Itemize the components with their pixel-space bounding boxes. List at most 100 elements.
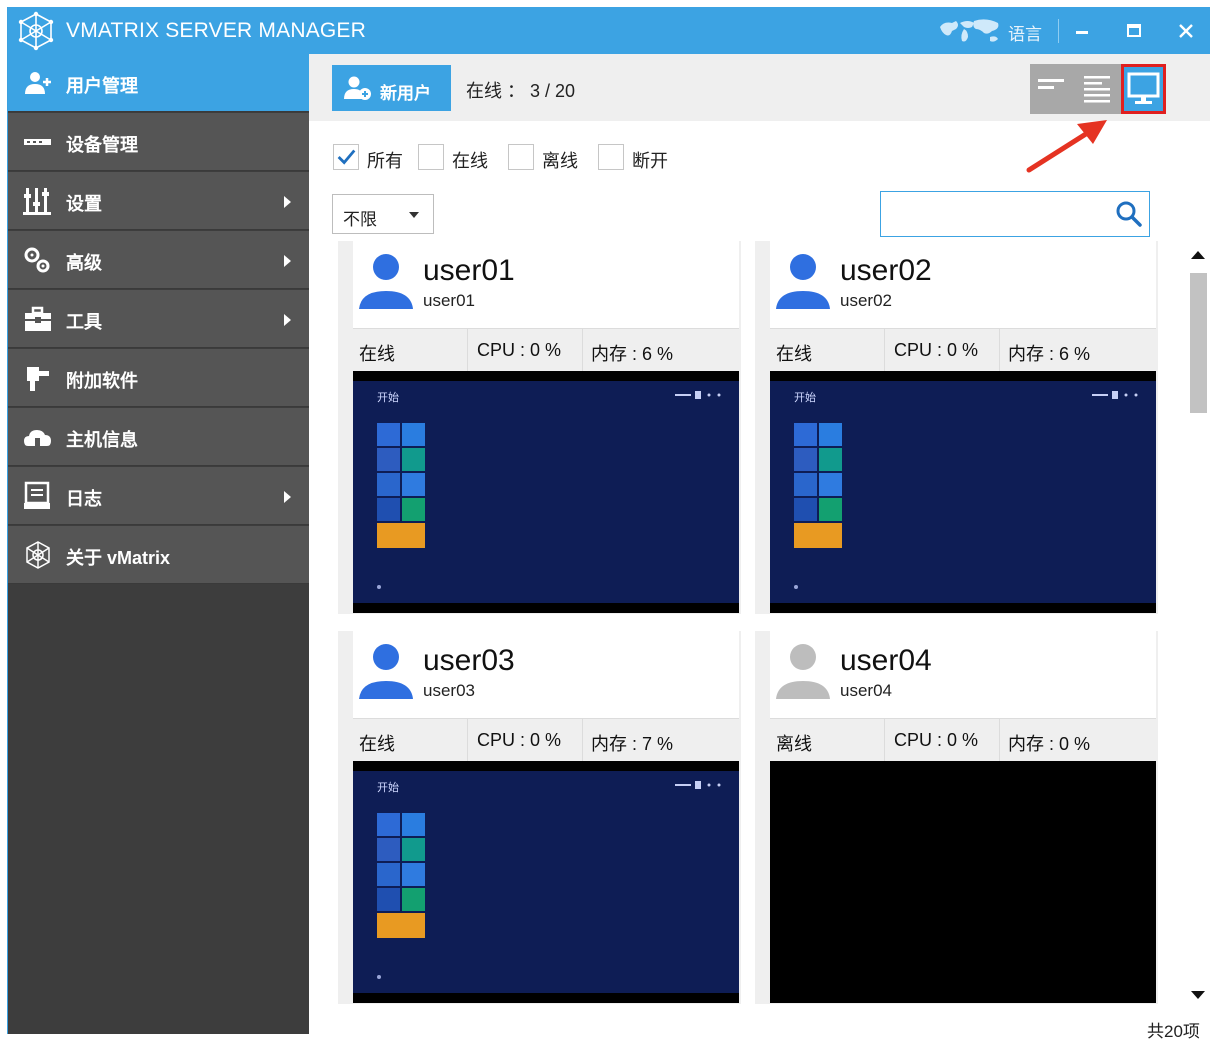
- remote-desktop-preview: 开始: [353, 771, 739, 993]
- user-status: 离线: [776, 734, 812, 754]
- user-memory: 内存 : 6 %: [1008, 344, 1091, 364]
- checkbox-checked-icon: [333, 144, 359, 170]
- language-menu[interactable]: 语言: [1008, 20, 1042, 45]
- sidebar-item-label: 高级: [66, 253, 102, 273]
- filter-label: 在线: [452, 151, 488, 171]
- toolbox-icon: [25, 306, 51, 331]
- user-avatar-online-icon: [359, 644, 413, 699]
- select-value: 不限: [343, 210, 377, 229]
- user-account: user01: [423, 291, 475, 310]
- sidebar-item-tools[interactable]: 工具: [8, 290, 309, 348]
- user-account: user03: [423, 681, 475, 700]
- new-user-label: 新用户: [380, 84, 431, 103]
- user-card[interactable]: user04 user04 离线 CPU : 0 % 内存 : 0 %: [755, 631, 1158, 1004]
- total-count: 共20项: [1147, 1022, 1200, 1041]
- sidebar-item-user-management[interactable]: 用户管理: [8, 54, 309, 112]
- close-button[interactable]: [1170, 15, 1202, 47]
- checkbox-box: [598, 144, 624, 170]
- range-select[interactable]: 不限: [332, 194, 434, 234]
- desktop-thumbnail-offline[interactable]: [770, 761, 1156, 1003]
- scroll-down-icon[interactable]: [1191, 991, 1205, 999]
- network-logo-icon: [26, 541, 50, 569]
- start-tiles-icon: [794, 423, 842, 548]
- user-name: user04: [840, 644, 932, 677]
- gears-icon: [24, 247, 50, 273]
- user-name: user01: [423, 254, 515, 287]
- stat-divider: [467, 329, 468, 372]
- user-status: 在线: [359, 344, 395, 364]
- desktop-thumbnail[interactable]: 开始: [353, 371, 739, 613]
- search-box: [880, 191, 1150, 237]
- maximize-button[interactable]: [1118, 15, 1150, 47]
- user-card[interactable]: user03 user03 在线 CPU : 0 % 内存 : 7 % 开始: [338, 631, 741, 1004]
- chevron-down-icon: [409, 212, 419, 218]
- detail-view-icon[interactable]: [1074, 64, 1118, 114]
- sidebar-item-settings[interactable]: 设置: [8, 172, 309, 230]
- user-avatar-online-icon: [359, 254, 413, 309]
- user-status: 在线: [776, 344, 812, 364]
- minimize-button[interactable]: [1066, 15, 1098, 47]
- desktop-thumbnail[interactable]: 开始: [353, 761, 739, 1003]
- add-user-icon: [344, 76, 371, 100]
- user-name: user02: [840, 254, 932, 287]
- user-card-header: user02 user02: [770, 241, 1156, 328]
- user-stats: 在线 CPU : 0 % 内存 : 6 %: [770, 328, 1156, 372]
- user-cpu: CPU : 0 %: [477, 730, 562, 750]
- vmatrix-logo-icon: [18, 11, 54, 51]
- start-label: 开始: [377, 782, 399, 794]
- user-stats: 离线 CPU : 0 % 内存 : 0 %: [770, 718, 1156, 762]
- vertical-scrollbar[interactable]: [1184, 241, 1210, 1007]
- search-input[interactable]: [887, 198, 1107, 230]
- cloud-icon: [24, 430, 51, 446]
- sidebar-item-about[interactable]: 关于 vMatrix: [8, 526, 309, 584]
- desktop-thumbnail[interactable]: 开始: [770, 371, 1156, 613]
- sidebar-item-label: 用户管理: [66, 76, 138, 96]
- user-card-header: user01 user01: [353, 241, 739, 328]
- user-avatar-online-icon: [776, 254, 830, 309]
- world-map-icon[interactable]: [938, 17, 1002, 45]
- plugin-icon: [27, 367, 49, 391]
- sidebar-item-advanced[interactable]: 高级: [8, 231, 309, 289]
- user-avatar-offline-icon: [776, 644, 830, 699]
- search-icon[interactable]: [1115, 200, 1143, 228]
- start-label: 开始: [794, 392, 816, 404]
- start-label: 开始: [377, 392, 399, 404]
- stat-divider: [582, 329, 583, 372]
- stat-divider: [999, 719, 1000, 762]
- log-icon: [24, 481, 50, 509]
- list-view-icon[interactable]: [1030, 64, 1074, 114]
- user-stats: 在线 CPU : 0 % 内存 : 6 %: [353, 328, 739, 372]
- screen-view-icon[interactable]: [1121, 64, 1166, 114]
- submenu-arrow-icon: [284, 196, 291, 208]
- user-card[interactable]: user01 user01 在线 CPU : 0 % 内存 : 6 % 开始: [338, 241, 741, 614]
- user-status: 在线: [359, 734, 395, 754]
- sidebar-item-addons[interactable]: 附加软件: [8, 349, 309, 407]
- sidebar-item-host-info[interactable]: 主机信息: [8, 408, 309, 466]
- scroll-thumb[interactable]: [1190, 273, 1207, 413]
- user-stats: 在线 CPU : 0 % 内存 : 7 %: [353, 718, 739, 762]
- checkbox-box: [508, 144, 534, 170]
- checkbox-box: [418, 144, 444, 170]
- stat-divider: [884, 719, 885, 762]
- user-memory: 内存 : 7 %: [591, 734, 674, 754]
- submenu-arrow-icon: [284, 491, 291, 503]
- submenu-arrow-icon: [284, 314, 291, 326]
- desktop-user-indicator: [1092, 391, 1138, 399]
- remote-desktop-preview: 开始: [770, 381, 1156, 603]
- scroll-up-icon[interactable]: [1191, 251, 1205, 259]
- sidebar-item-log[interactable]: 日志: [8, 467, 309, 525]
- sidebar: 用户管理 设备管理 设置 高级 工具 附加软件 主机信息 日志 关于 vMatr…: [8, 54, 309, 1034]
- device-icon: [24, 139, 51, 145]
- sidebar-item-label: 附加软件: [66, 371, 138, 391]
- app-window: VMATRIX SERVER MANAGER 语言 用户管理 设备管理 设置 高…: [7, 7, 1210, 1041]
- toolbar: 新用户 在线 ： 3 / 20: [309, 54, 1210, 121]
- sidebar-item-label: 设备管理: [66, 135, 138, 155]
- desktop-power-dot: [377, 585, 381, 589]
- desktop-user-indicator: [675, 391, 721, 399]
- filter-label: 断开: [632, 151, 668, 171]
- new-user-button[interactable]: 新用户: [332, 65, 451, 111]
- user-cpu: CPU : 0 %: [477, 340, 562, 360]
- user-card[interactable]: user02 user02 在线 CPU : 0 % 内存 : 6 % 开始: [755, 241, 1158, 614]
- user-cpu: CPU : 0 %: [894, 730, 979, 750]
- sidebar-item-device-management[interactable]: 设备管理: [8, 113, 309, 171]
